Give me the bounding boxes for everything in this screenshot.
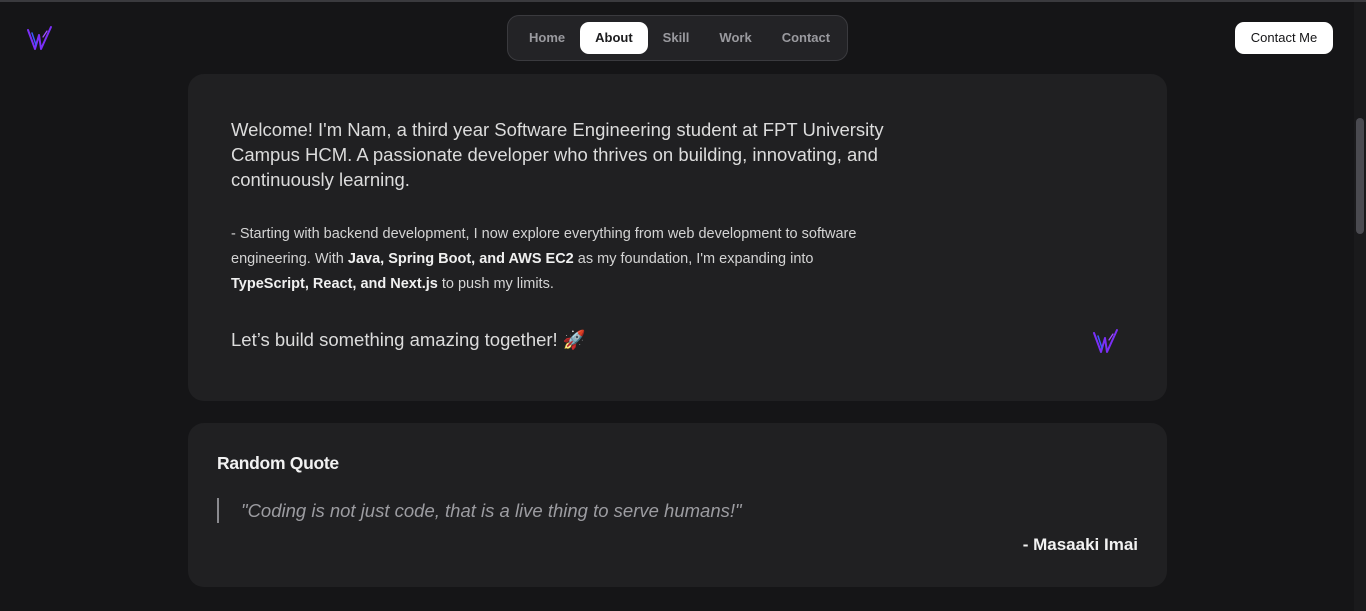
nav-home[interactable]: Home [514, 22, 580, 54]
scrollbar-thumb[interactable] [1356, 118, 1364, 234]
about-card: Welcome! I'm Nam, a third year Software … [188, 74, 1167, 401]
details-text-3: to push my limits. [437, 276, 554, 292]
logo-icon [1093, 329, 1118, 353]
contact-me-button[interactable]: Contact Me [1235, 22, 1333, 54]
top-border [0, 0, 1366, 2]
about-intro: Welcome! I'm Nam, a third year Software … [231, 119, 884, 190]
quote-author: - Masaaki Imai [1022, 535, 1138, 554]
logo-icon[interactable] [26, 24, 53, 52]
about-details: - Starting with backend development, I n… [231, 222, 871, 297]
main-nav: Home About Skill Work Contact [507, 15, 848, 61]
details-text-2: as my foundation, I'm expanding into [573, 251, 814, 267]
details-bold-1: Java, Spring Boot, and AWS EC2 [347, 251, 574, 267]
details-bold-2: TypeScript, React, and Next.js [231, 276, 438, 292]
nav-skill[interactable]: Skill [648, 22, 705, 54]
quote-text: "Coding is not just code, that is a live… [241, 500, 742, 521]
nav-contact[interactable]: Contact [767, 22, 845, 54]
nav-about[interactable]: About [580, 22, 648, 54]
quote-bar [217, 498, 219, 523]
quote-title: Random Quote [217, 453, 339, 473]
quote-card: Random Quote "Coding is not just code, t… [188, 423, 1167, 587]
about-cta: Let’s build something amazing together! … [231, 329, 586, 350]
scrollbar-track[interactable] [1354, 2, 1366, 611]
nav-work[interactable]: Work [704, 22, 766, 54]
